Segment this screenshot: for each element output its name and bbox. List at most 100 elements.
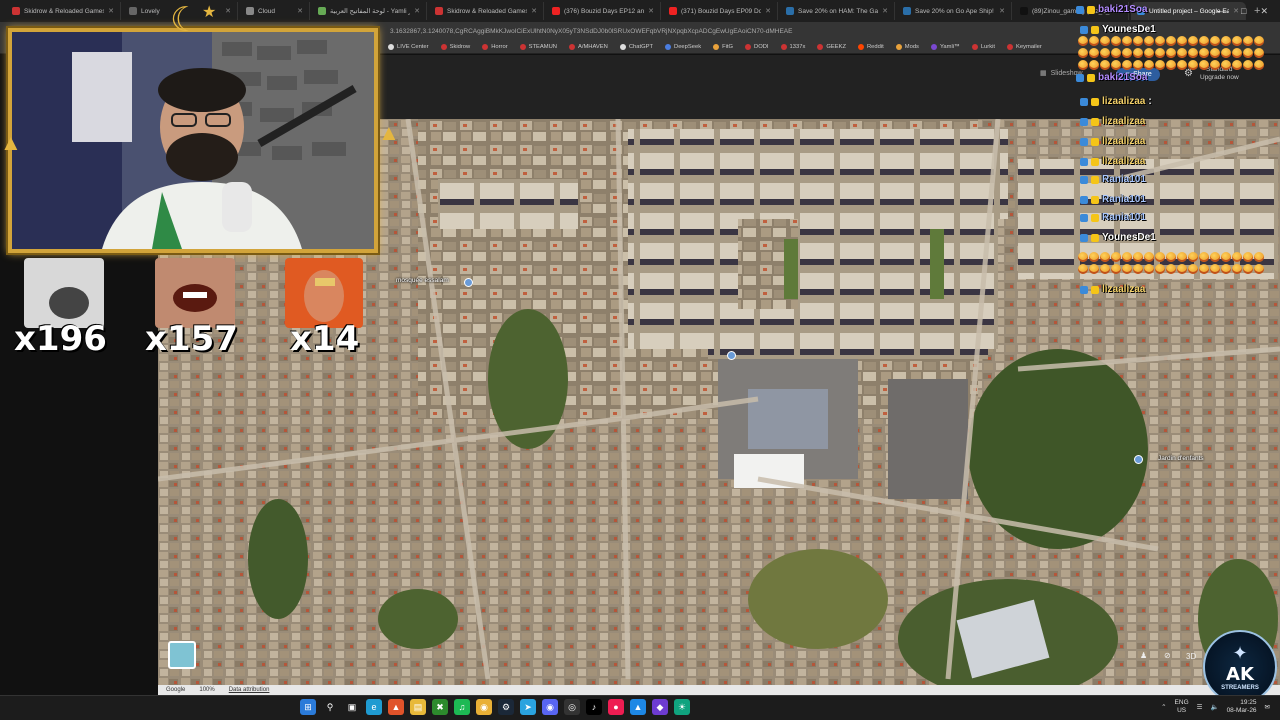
bookmark-item[interactable]: FitG [713,43,733,50]
tab-close-icon[interactable]: ✕ [765,7,771,15]
chat-username[interactable]: Rania101 [1102,174,1146,185]
laughing-emoji-icon [1144,48,1154,58]
chat-emote-row [1078,252,1264,262]
bookmark-item[interactable]: DODI [745,43,769,50]
volume-icon[interactable]: 🔈 [1210,703,1218,711]
bookmark-item[interactable]: LIVE Center [388,43,429,50]
tab-close-icon[interactable]: ✕ [882,7,888,15]
tab-label: Save 20% on Go Ape Ship! on St [915,7,995,15]
app-icon[interactable]: ☀ [674,699,690,715]
browser-tab[interactable]: Skidrow & Reloaded Games – D✕ [6,2,121,20]
url-text[interactable]: 3.1632867,3.1240078,CgRCAggiBMkKJwoICiEx… [390,28,1090,35]
lantern-icon: ▲ [378,120,400,145]
file-explorer-icon[interactable]: ▤ [410,699,426,715]
tab-close-icon[interactable]: ✕ [414,7,420,15]
bookmark-item[interactable]: ChatGPT [619,43,653,50]
wifi-icon[interactable]: ☰ [1197,703,1203,711]
layer-thumbnail[interactable] [168,641,196,669]
chat-username[interactable]: lizaalizaa [1102,96,1145,107]
bookmark-item[interactable]: Skidrow [440,43,470,50]
bookmark-item[interactable]: Reddit [858,43,884,50]
tab-close-icon[interactable]: ✕ [225,7,231,15]
bookmark-favicon-icon [745,43,752,50]
laughing-emoji-icon [1199,48,1209,58]
tab-close-icon[interactable]: ✕ [648,7,654,15]
bookmark-item[interactable]: DeepSeek [665,43,701,50]
map-pin-icon[interactable] [727,351,736,360]
bookmark-item[interactable]: Yamli™ [930,43,960,50]
chat-username[interactable]: baki21Soa [1098,4,1147,15]
obs-icon[interactable]: ◎ [564,699,580,715]
chat-username[interactable]: lizaalizaa [1102,284,1145,295]
tab-close-icon[interactable]: ✕ [297,7,303,15]
task-view-icon[interactable]: ▣ [344,699,360,715]
bookmark-item[interactable]: Keymailer [1007,43,1042,50]
laughing-emoji-icon [1177,60,1187,70]
chat-username[interactable]: lizaalizaa [1102,116,1145,127]
bookmark-item[interactable]: Lurkit [971,43,995,50]
brave-icon[interactable]: ▲ [388,699,404,715]
bookmark-item[interactable]: GEEKZ [817,43,846,50]
clock[interactable]: 19:25 08-Mar-26 [1227,699,1257,715]
bookmark-item[interactable]: A/MHAVEN [568,43,608,50]
notification-icon[interactable]: ✉ [1265,703,1270,711]
search-icon[interactable]: ⚲ [322,699,338,715]
laughing-emoji-icon [1078,264,1088,274]
tab-favicon-icon [552,7,560,15]
chat-username[interactable]: Rania101 [1102,212,1146,223]
bookmark-favicon-icon [1007,43,1014,50]
language-indicator[interactable]: ENG US [1175,699,1189,715]
browser-tab[interactable]: Cloud ✕ [240,2,310,20]
edge-icon[interactable]: e [366,699,382,715]
browser-tab[interactable]: (376) Bouzid Days EP12 analysis✕ [546,2,661,20]
map-label-mosque[interactable]: mosquée essalam [396,277,449,284]
chrome-icon[interactable]: ◉ [476,699,492,715]
pegman-icon[interactable]: ♟ [1140,651,1147,660]
data-attribution-link[interactable]: Data attribution [229,687,270,693]
chat-message: lizaalizaa [1080,116,1148,127]
bookmark-item[interactable]: STEAMUN [519,43,557,50]
tiktok-icon[interactable]: ♪ [586,699,602,715]
laughing-emoji-icon [1199,252,1209,262]
chat-username[interactable]: lizaalizaa [1102,136,1145,147]
chat-username[interactable]: YounesDe1 [1102,24,1156,35]
discord-icon[interactable]: ◉ [542,699,558,715]
browser-tab[interactable]: Save 20% on Go Ape Ship! on St ✕ [897,2,1012,20]
chat-username[interactable]: Rania101 [1102,194,1146,205]
map-label-kindergarten[interactable]: Jardin d'enfants [1158,455,1204,462]
app-icon[interactable]: ● [608,699,624,715]
tab-close-icon[interactable]: ✕ [108,7,114,15]
laughing-emoji-icon [1199,264,1209,274]
xbox-icon[interactable]: ✖ [432,699,448,715]
laughing-emoji-icon [1221,264,1231,274]
streamer-camera [12,32,374,249]
bookmark-item[interactable]: 1337x [780,43,806,50]
map-pin-icon[interactable] [464,278,473,287]
app-icon[interactable]: ▲ [630,699,646,715]
chat-username[interactable]: baki21Soa [1098,72,1147,83]
laughing-emoji-icon [1089,36,1099,46]
app-icon[interactable]: ◆ [652,699,668,715]
start-icon[interactable]: ⊞ [300,699,316,715]
tab-close-icon[interactable]: ✕ [999,7,1005,15]
bookmark-label: 1337x [789,43,806,50]
browser-tab[interactable]: (371) Bouzid Days EP09 Doctour ✕ [663,2,778,20]
chevron-up-icon[interactable]: ⌃ [1161,703,1166,711]
compass-icon[interactable]: ⊘ [1164,651,1171,660]
spotify-icon[interactable]: ♫ [454,699,470,715]
telegram-icon[interactable]: ➤ [520,699,536,715]
bookmark-label: Yamli™ [939,43,960,50]
view-3d-toggle[interactable]: 3D [1186,652,1196,661]
chat-emote-row [1078,36,1264,46]
chat-username[interactable]: YounesDe1 [1102,232,1156,243]
steam-icon[interactable]: ⚙ [498,699,514,715]
browser-tab[interactable]: Save 20% on HAM: The Game on✕ [780,2,895,20]
map-pin-icon[interactable] [1134,455,1143,464]
browser-tab[interactable]: لوحة المفاتيح العربية - Yamli محرر ✕ [312,2,427,20]
emote-count-1: x196 [14,319,107,359]
chat-username[interactable]: lizaalizaa [1102,156,1145,167]
bookmark-item[interactable]: Mods [895,43,919,50]
browser-tab[interactable]: Skidrow & Reloaded Games – D✕ [429,2,544,20]
bookmark-item[interactable]: Horror [482,43,508,50]
tab-close-icon[interactable]: ✕ [531,7,537,15]
